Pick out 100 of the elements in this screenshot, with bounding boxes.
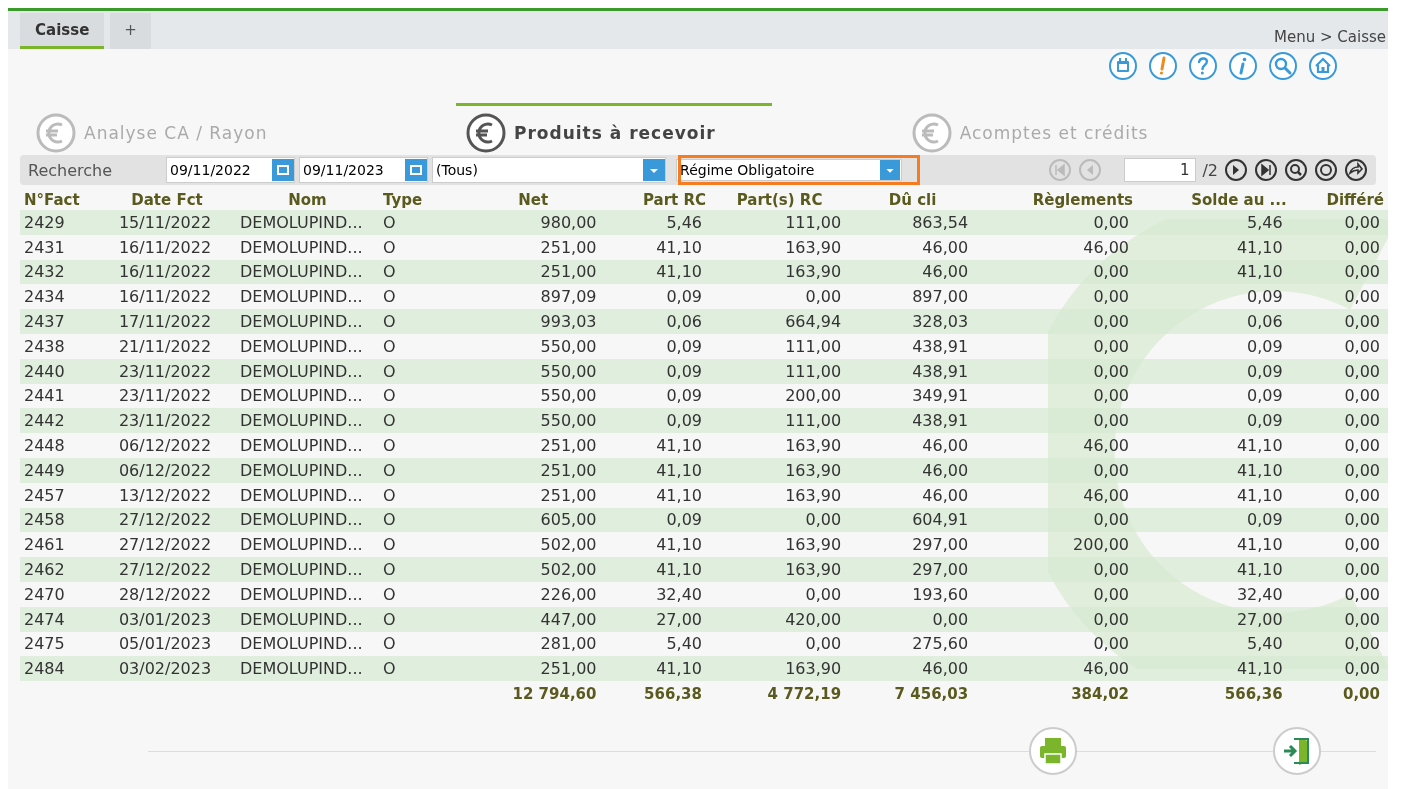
table-cell: 251,00 [540,485,597,505]
table-cell: 2434 [24,287,65,307]
table-cell: 0,09 [666,411,702,431]
table-cell: 251,00 [540,659,597,679]
table-cell: 0,06 [1247,312,1283,332]
table-cell: 0,09 [1247,510,1283,530]
column-header: Date Fct [131,190,203,209]
table-cell: DEMOLUPIND... [240,659,363,679]
euro-icon [36,112,76,153]
total-cell: 4 772,19 [767,685,842,704]
breadcrumb: Menu > Caisse [1274,28,1386,48]
table-cell: 438,91 [912,411,969,431]
table-cell: O [383,535,396,555]
tab[interactable]: Caisse [20,13,105,49]
table-cell: 0,00 [1093,262,1129,282]
table-cell: 550,00 [540,386,597,406]
last-page-icon[interactable] [1254,158,1278,182]
total-cell: 566,36 [1224,685,1283,704]
help-icon[interactable] [1188,51,1218,81]
table-cell: 163,90 [785,460,842,480]
table-cell: 0,00 [1093,212,1129,232]
table-cell: O [383,659,396,679]
calendar-icon[interactable] [1108,51,1138,81]
table-cell: 0,06 [666,312,702,332]
table-cell: 550,00 [540,361,597,381]
table-cell: 46,00 [922,237,969,257]
table-cell: 2470 [24,584,65,604]
table-cell: DEMOLUPIND... [240,312,363,332]
table-cell: O [383,485,396,505]
page-field[interactable]: 1 [1124,158,1197,182]
next-page-icon[interactable] [1224,158,1248,182]
regime-dropdown[interactable]: Régime Obligatoire [676,159,903,181]
table-cell: 05/01/2023 [118,634,212,654]
table-cell: 41,10 [656,659,702,679]
print-icon[interactable] [1028,726,1078,777]
table-cell: DEMOLUPIND... [240,460,363,480]
table-cell: 0,00 [1093,361,1129,381]
export-icon[interactable] [1344,158,1368,182]
table-cell: 5,46 [666,212,702,232]
table-cell: 41,10 [656,485,702,505]
table-cell: 27/12/2022 [118,560,212,580]
table-cell: 5,40 [1247,634,1283,654]
table-cell: 03/01/2023 [118,609,212,629]
table-cell: 111,00 [785,212,842,232]
table-cell: 41,10 [1236,485,1283,505]
column-header: Net [518,190,549,209]
search-icon[interactable] [1284,158,1308,182]
info-icon[interactable] [1228,51,1258,81]
table-cell: 297,00 [912,535,969,555]
table-cell: 200,00 [785,386,842,406]
type-dropdown[interactable]: (Tous) [432,157,667,183]
table-cell: 2442 [24,411,65,431]
table-cell: 41,10 [656,460,702,480]
table-cell: 17/11/2022 [118,312,212,332]
total-cell: 0,00 [1343,685,1380,704]
table-cell: 2484 [24,659,65,679]
date-from-field[interactable]: 09/11/2022 [166,157,296,183]
table-cell: 200,00 [1073,535,1129,555]
table-cell: 0,00 [805,584,842,604]
table-cell: 0,09 [666,510,702,530]
table-cell: 163,90 [785,436,842,456]
table-cell: O [383,386,396,406]
table-cell: 41,10 [656,436,702,456]
table-cell: O [383,510,396,530]
table-cell: 2441 [24,386,65,406]
table-cell: 27,00 [656,609,702,629]
table-cell: 0,00 [1344,237,1380,257]
table-cell: 251,00 [540,460,597,480]
table-cell: 0,00 [1093,287,1129,307]
table-cell: O [383,634,396,654]
table-cell: 163,90 [785,560,842,580]
table-cell: 163,90 [785,237,842,257]
table-cell: 0,00 [1344,584,1380,604]
table-cell: 41,10 [1236,535,1283,555]
table-cell: 41,10 [1236,460,1283,480]
tab[interactable]: + [110,13,151,49]
table-cell: 0,00 [1344,262,1380,282]
table-cell: 28/12/2022 [118,584,212,604]
table-cell: 41,10 [1236,659,1283,679]
table-cell: 16/11/2022 [118,287,212,307]
exit-icon[interactable] [1272,726,1322,777]
calendar-icon[interactable] [405,158,428,182]
home-icon[interactable] [1308,51,1338,81]
total-cell: 384,02 [1071,685,1129,704]
table-cell: 226,00 [540,584,597,604]
refresh-icon[interactable] [1314,158,1338,182]
table-cell: 2437 [24,312,65,332]
table-cell: 2432 [24,262,65,282]
table-cell: 46,00 [922,460,969,480]
table-cell: DEMOLUPIND... [240,237,363,257]
table-cell: 46,00 [1083,237,1129,257]
table-cell: O [383,361,396,381]
date-to-field[interactable]: 09/11/2023 [299,157,429,183]
table-cell: 502,00 [540,560,597,580]
table-cell: 0,09 [1247,411,1283,431]
table-cell: 2449 [24,460,65,480]
calendar-icon[interactable] [272,158,295,182]
alert-icon[interactable] [1148,51,1178,81]
table-cell: 0,00 [1344,485,1380,505]
table-cell: DEMOLUPIND... [240,212,363,232]
